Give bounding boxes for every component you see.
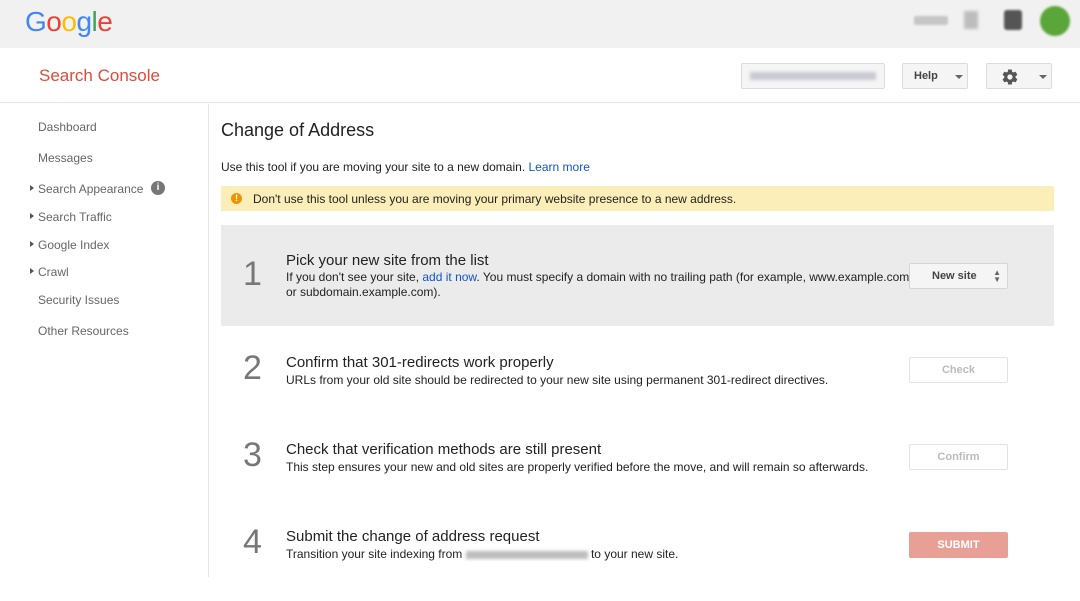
chevron-down-icon	[955, 75, 963, 79]
step-title: Pick your new site from the list	[286, 252, 489, 269]
logo-letter: g	[76, 6, 92, 37]
sidebar-item-search-traffic[interactable]: Search Traffic	[38, 210, 112, 224]
add-site-link[interactable]: add it now	[422, 270, 476, 284]
logo-letter: e	[97, 6, 113, 37]
intro-body: Use this tool if you are moving your sit…	[221, 160, 526, 174]
avatar[interactable]	[1040, 6, 1070, 36]
step-desc-text: If you don't see your site,	[286, 270, 423, 284]
logo-letter: o	[46, 6, 62, 37]
step-number: 2	[243, 349, 262, 387]
site-url-redacted	[750, 72, 876, 80]
product-title[interactable]: Search Console	[39, 66, 160, 86]
step-desc-text: to your new site.	[587, 547, 679, 561]
info-icon[interactable]: i	[151, 181, 165, 195]
step-4: 4 Submit the change of address request T…	[221, 500, 1054, 601]
google-logo[interactable]: Google	[25, 6, 113, 38]
old-site-url-redacted	[465, 550, 588, 559]
expand-arrow-icon[interactable]	[30, 268, 34, 274]
sidebar-item-messages[interactable]: Messages	[38, 151, 93, 165]
expand-arrow-icon[interactable]	[30, 241, 34, 247]
settings-button[interactable]	[986, 63, 1052, 89]
step-2: 2 Confirm that 301-redirects work proper…	[221, 326, 1054, 427]
warning-banner: ! Don't use this tool unless you are mov…	[221, 186, 1054, 211]
confirm-button[interactable]: Confirm	[909, 444, 1008, 470]
sidebar-item-google-index[interactable]: Google Index	[38, 238, 109, 252]
step-3: 3 Check that verification methods are st…	[221, 413, 1054, 514]
sidebar-item-other-resources[interactable]: Other Resources	[38, 324, 129, 338]
step-description: If you don't see your site, add it now. …	[286, 270, 911, 300]
account-name-redacted[interactable]	[914, 16, 948, 25]
step-1: 1 Pick your new site from the list If yo…	[221, 225, 1054, 326]
learn-more-link[interactable]: Learn more	[529, 160, 590, 174]
sidebar-item-search-appearance[interactable]: Search Appearance	[38, 182, 143, 196]
step-desc-text: Transition your site indexing from	[286, 547, 466, 561]
step-number: 1	[243, 255, 262, 293]
step-description: This step ensures your new and old sites…	[286, 460, 869, 474]
step-title: Check that verification methods are stil…	[286, 441, 602, 458]
select-arrows-icon: ▲ ▼	[993, 268, 1001, 284]
logo-letter: G	[25, 6, 47, 37]
step-description: Transition your site indexing from to yo…	[286, 547, 678, 562]
apps-icon[interactable]	[964, 11, 978, 29]
main-content: Change of Address Use this tool if you a…	[221, 104, 1054, 577]
new-site-label: New site	[932, 270, 977, 282]
step-description: URLs from your old site should be redire…	[286, 373, 829, 387]
new-site-select[interactable]: New site ▲ ▼	[909, 263, 1008, 289]
step-number: 3	[243, 436, 262, 474]
sidebar-item-crawl[interactable]: Crawl	[38, 265, 69, 279]
notifications-icon[interactable]	[1004, 10, 1022, 30]
step-title: Confirm that 301-redirects work properly	[286, 354, 554, 371]
submit-button[interactable]: SUBMIT	[909, 532, 1008, 558]
product-header: Search Console Help	[0, 48, 1080, 103]
page-title: Change of Address	[221, 120, 375, 140]
warning-text: Don't use this tool unless you are movin…	[253, 192, 737, 206]
gear-icon	[1002, 69, 1018, 85]
help-button[interactable]: Help	[902, 63, 968, 89]
step-number: 4	[243, 523, 262, 561]
logo-letter: o	[61, 6, 77, 37]
help-label: Help	[914, 70, 938, 82]
sidebar-item-dashboard[interactable]: Dashboard	[38, 120, 97, 134]
expand-arrow-icon[interactable]	[30, 185, 34, 191]
sidebar: Dashboard Messages Search Appearance i S…	[0, 104, 209, 577]
sidebar-item-security-issues[interactable]: Security Issues	[38, 293, 119, 307]
chevron-down-icon	[1039, 75, 1047, 79]
expand-arrow-icon[interactable]	[30, 213, 34, 219]
site-selector[interactable]	[741, 63, 885, 89]
top-bar: Google	[0, 0, 1080, 48]
step-title: Submit the change of address request	[286, 528, 540, 545]
warning-icon: !	[231, 193, 242, 204]
check-button[interactable]: Check	[909, 357, 1008, 383]
intro-text: Use this tool if you are moving your sit…	[221, 160, 590, 174]
